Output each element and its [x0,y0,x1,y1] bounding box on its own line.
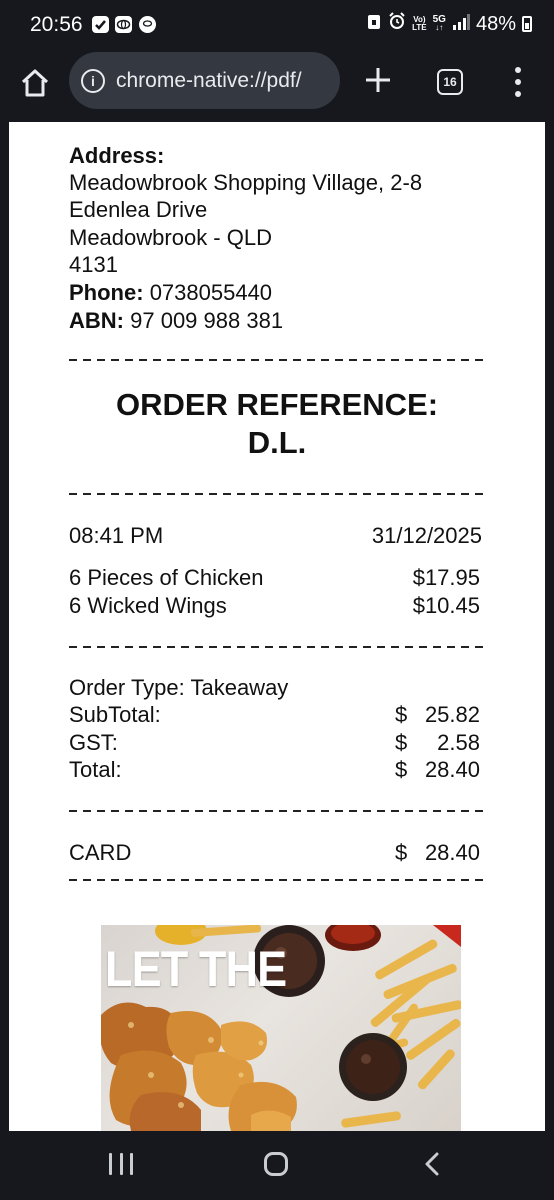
divider [69,810,484,812]
payment-value: 28.40 [424,840,480,865]
recent-apps-icon [119,1153,123,1175]
volte-icon: Vo) LTE [412,16,427,32]
address-line-2: Edenlea Drive [69,197,208,222]
subtotal-currency: $ [395,702,408,727]
total-label: Total: [69,757,122,782]
browser-toolbar: i chrome-native://pdf/ 16 [0,52,554,122]
address-line-4: 4131 [69,252,118,277]
phone-row: Phone: 0738055440 [69,279,272,306]
item-price: $17.95 [412,565,480,590]
recent-apps-button[interactable] [109,1153,133,1175]
item-name: 6 Pieces of Chicken [69,565,264,590]
order-reference-value: D.L. [247,425,307,460]
menu-dot-icon [515,79,521,85]
menu-dot-icon [515,91,521,97]
order-reference-title: ORDER REFERENCE: [115,387,439,422]
home-button[interactable] [18,66,52,100]
phone-label: Phone: [69,280,144,305]
recent-apps-icon [130,1153,133,1175]
more-menu-button[interactable] [508,67,528,97]
total-currency: $ [395,757,408,782]
gst-currency: $ [395,730,408,755]
subtotal-value: 25.82 [424,702,480,727]
address-line-3: Meadowbrook - QLD [69,225,272,250]
battery-percent: 48% [475,12,516,35]
abn-label: ABN: [69,308,124,333]
order-type: Order Type: Takeaway [69,675,289,700]
address-label: Address: [69,143,165,168]
promo-image: LET THE [101,925,461,1131]
status-indicators: Vo) LTE 5G ↓↑ 48% [366,12,532,36]
receipt-page: Address: Meadowbrook Shopping Village, 2… [9,122,545,1131]
alarm-icon [388,12,406,36]
address-line-1: Meadowbrook Shopping Village, 2-8 [69,170,423,195]
signal-icon [452,13,470,36]
phone-value: 0738055440 [149,280,273,305]
menu-dot-icon [515,67,521,73]
divider [69,493,484,495]
order-time: 08:41 PM [69,523,164,548]
status-time: 20:56 [30,13,83,36]
home-nav-button[interactable] [264,1152,288,1176]
payment-currency: $ [395,840,408,865]
gst-value: 2.58 [437,730,480,755]
battery-icon [522,16,532,32]
url-bar[interactable]: i chrome-native://pdf/ [69,52,340,109]
subtotal-label: SubTotal: [69,702,161,727]
abn-value: 97 009 988 381 [130,308,284,333]
back-icon [425,1152,439,1176]
home-icon [21,69,49,97]
pdf-viewer[interactable]: Address: Meadowbrook Shopping Village, 2… [0,122,554,1131]
toyota-notification-icon [115,16,132,33]
payment-method: CARD [69,840,132,865]
toyota-app-notification-icon [139,16,156,33]
plus-icon [366,68,390,92]
sim-lock-icon [366,12,382,36]
order-date: 31/12/2025 [371,523,482,548]
new-tab-button[interactable] [362,62,394,98]
system-navigation-bar [0,1131,554,1200]
recent-apps-icon [109,1153,112,1175]
divider [69,879,484,881]
abn-row: ABN: 97 009 988 381 [69,307,283,334]
divider [69,646,484,648]
network-type: 5G ↓↑ [432,14,446,32]
checkbox-notification-icon [92,16,109,33]
total-value: 28.40 [424,757,480,782]
status-bar: 20:56 Vo) LTE 5G ↓↑ 48% [0,0,554,52]
promo-headline: LET THE [105,941,287,997]
info-icon[interactable]: i [81,68,105,93]
url-text: chrome-native://pdf/ [116,68,302,92]
gst-label: GST: [69,730,118,755]
lte-label: LTE [412,23,427,32]
back-button[interactable] [422,1151,442,1177]
divider [69,359,484,361]
item-name: 6 Wicked Wings [69,593,227,618]
item-price: $10.45 [412,593,480,618]
tab-switcher-button[interactable]: 16 [437,69,463,95]
